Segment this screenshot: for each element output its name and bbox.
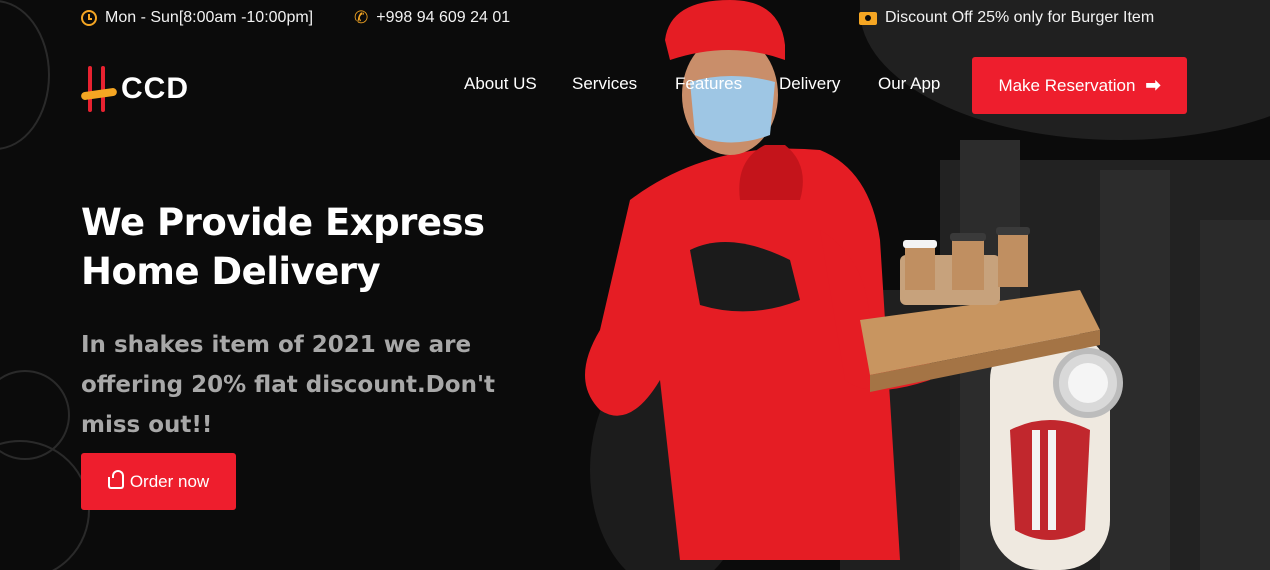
make-reservation-button[interactable]: Make Reservation ➡ [972,57,1187,114]
discount-notice: Discount Off 25% only for Burger Item [859,9,1154,27]
opening-hours-text: Mon - Sun[8:00am -10:00pm] [105,9,314,26]
basket-icon [107,470,124,489]
opening-hours: Mon - Sun[8:00am -10:00pm] [81,9,313,27]
nav-item-features[interactable]: Features [675,74,742,94]
order-now-button[interactable]: Order now [81,453,236,510]
clock-icon [81,10,97,26]
nav-item-our-app[interactable]: Our App [878,74,940,94]
phone-number-text: +998 94 609 24 01 [376,9,511,26]
top-info-bar: Mon - Sun[8:00am -10:00pm] ✆ +998 94 609… [0,0,1270,38]
order-now-label: Order now [129,471,210,491]
phone-number[interactable]: ✆ +998 94 609 24 01 [354,9,510,27]
hero-title-line-1: We Provide Express [81,201,485,244]
hero-page: Mon - Sun[8:00am -10:00pm] ✆ +998 94 609… [0,0,1270,570]
make-reservation-label: Make Reservation [998,75,1136,95]
nav-item-delivery[interactable]: Delivery [779,74,840,94]
phone-icon: ✆ [354,8,369,27]
arrow-right-icon: ➡ [1145,75,1161,95]
nav-item-about-us[interactable]: About US [464,74,537,94]
food-sketch-decoration [0,440,90,570]
nav-item-services[interactable]: Services [572,74,637,94]
ticket-icon [859,11,877,25]
discount-notice-text: Discount Off 25% only for Burger Item [885,9,1155,26]
hero-subtitle: In shakes item of 2021 we are offering 2… [81,332,495,438]
hero-title-line-2: Home Delivery [81,250,381,293]
hero-title: We Provide Express Home Delivery [81,198,541,296]
